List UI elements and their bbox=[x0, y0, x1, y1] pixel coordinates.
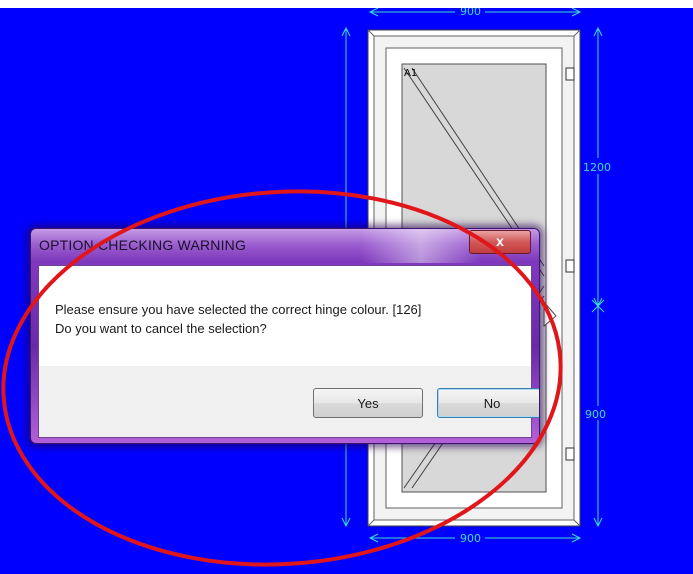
dialog-titlebar[interactable]: OPTION CHECKING WARNING x bbox=[31, 229, 539, 263]
no-button[interactable]: No bbox=[437, 388, 539, 418]
button-strip: Yes No bbox=[39, 366, 539, 437]
warning-dialog: OPTION CHECKING WARNING x Please ensure … bbox=[30, 228, 540, 444]
top-width-label: 900 bbox=[460, 8, 481, 18]
right-upper-height-label: 1200 bbox=[583, 161, 611, 174]
dialog-body: Please ensure you have selected the corr… bbox=[38, 265, 539, 438]
message-line-2: Do you want to cancel the selection? bbox=[55, 321, 267, 336]
dialog-message: Please ensure you have selected the corr… bbox=[55, 300, 421, 338]
dialog-title: OPTION CHECKING WARNING bbox=[39, 237, 247, 253]
yes-button[interactable]: Yes bbox=[313, 388, 423, 418]
sash-label: A1 bbox=[404, 68, 417, 79]
close-button[interactable]: x bbox=[469, 230, 531, 254]
right-lower-height-label: 900 bbox=[585, 408, 606, 421]
hinge-bottom bbox=[565, 447, 575, 461]
message-line-1: Please ensure you have selected the corr… bbox=[55, 302, 422, 317]
bottom-width-label: 900 bbox=[460, 532, 481, 545]
hinge-top bbox=[565, 67, 575, 81]
hinge-middle bbox=[565, 259, 575, 273]
